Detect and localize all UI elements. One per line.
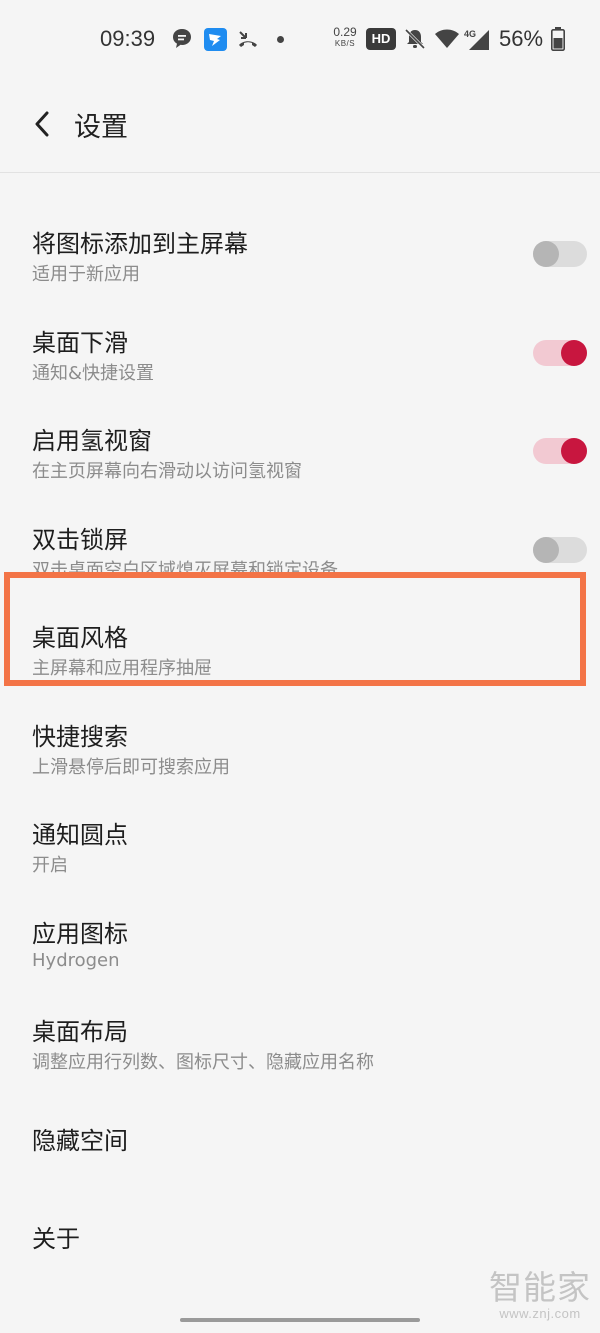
battery-percent: 56% bbox=[499, 26, 544, 51]
setting-title: 桌面布局 bbox=[32, 1018, 128, 1046]
app-notification-icon bbox=[204, 28, 227, 55]
setting-app-icons[interactable]: 应用图标 Hydrogen bbox=[0, 880, 600, 979]
toggle-knob bbox=[561, 438, 587, 464]
setting-subtitle: 主屏幕和应用程序抽屉 bbox=[32, 658, 212, 679]
setting-about[interactable]: 关于 bbox=[0, 1175, 600, 1274]
double-tap-lock-toggle[interactable] bbox=[533, 536, 587, 563]
status-bar: 09:39 0.29 KB/S HD 4G 56% bbox=[0, 0, 600, 78]
setting-title: 启用氢视窗 bbox=[32, 427, 152, 455]
gesture-home-indicator[interactable] bbox=[180, 1318, 420, 1322]
bell-muted-icon bbox=[404, 28, 426, 54]
watermark-url: www.znj.com bbox=[499, 1306, 581, 1321]
setting-title: 快捷搜索 bbox=[32, 722, 128, 751]
wifi-icon bbox=[435, 28, 459, 54]
hd-voice-badge: HD bbox=[366, 28, 396, 50]
setting-notification-dots[interactable]: 通知圆点 开启 bbox=[0, 781, 600, 880]
setting-subtitle: Hydrogen bbox=[32, 949, 120, 971]
network-speed-value: 0.29 bbox=[333, 25, 357, 39]
setting-hidden-space[interactable]: 隐藏空间 bbox=[0, 1077, 600, 1176]
setting-home-layout[interactable]: 桌面布局 调整应用行列数、图标尺寸、隐藏应用名称 bbox=[0, 978, 600, 1077]
setting-home-style[interactable]: 桌面风格 主屏幕和应用程序抽屉 bbox=[0, 584, 600, 683]
back-button[interactable] bbox=[22, 102, 62, 146]
signal-tech-label: 4G bbox=[464, 29, 476, 39]
add-icon-to-home-toggle[interactable] bbox=[533, 241, 587, 267]
toggle-knob bbox=[561, 339, 587, 366]
status-time: 09:39 bbox=[100, 26, 156, 51]
page-title: 设置 bbox=[74, 112, 128, 143]
setting-title: 隐藏空间 bbox=[32, 1126, 128, 1155]
setting-title: 双击锁屏 bbox=[32, 525, 128, 554]
setting-title: 将图标添加到主屏幕 bbox=[32, 230, 248, 258]
network-speed-unit: KB/S bbox=[334, 39, 356, 48]
setting-subtitle: 双击桌面空白区域熄灭屏幕和锁定设备 bbox=[32, 559, 338, 581]
setting-subtitle: 上滑悬停后即可搜索应用 bbox=[32, 756, 230, 778]
setting-subtitle: 在主页屏幕向右滑动以访问氢视窗 bbox=[32, 461, 302, 482]
toggle-knob bbox=[533, 241, 559, 267]
setting-title: 桌面下滑 bbox=[32, 328, 128, 357]
watermark-brand: 智能家 bbox=[489, 1268, 591, 1307]
back-arrow-icon bbox=[35, 111, 49, 137]
setting-swipe-down[interactable]: 桌面下滑 通知&快捷设置 bbox=[0, 289, 600, 388]
setting-hydrogen-shelf[interactable]: 启用氢视窗 在主页屏幕向右滑动以访问氢视窗 bbox=[0, 387, 600, 486]
setting-title: 关于 bbox=[32, 1225, 80, 1253]
battery-icon bbox=[551, 27, 565, 55]
setting-title: 桌面风格 bbox=[32, 624, 128, 652]
hydrogen-shelf-toggle[interactable] bbox=[533, 438, 587, 464]
setting-quick-search[interactable]: 快捷搜索 上滑悬停后即可搜索应用 bbox=[0, 683, 600, 782]
setting-subtitle: 适用于新应用 bbox=[32, 264, 140, 285]
setting-title: 应用图标 bbox=[32, 919, 128, 948]
network-speed: 0.29 KB/S bbox=[330, 25, 360, 49]
app-bar: 设置 bbox=[0, 78, 600, 172]
toggle-knob bbox=[533, 536, 559, 563]
missed-call-icon bbox=[237, 28, 259, 54]
more-notifications-dot bbox=[277, 36, 284, 43]
setting-subtitle: 调整应用行列数、图标尺寸、隐藏应用名称 bbox=[32, 1052, 374, 1073]
setting-double-tap-lock[interactable]: 双击锁屏 双击桌面空白区域熄灭屏幕和锁定设备 bbox=[0, 486, 600, 585]
setting-subtitle: 通知&快捷设置 bbox=[32, 362, 155, 384]
setting-subtitle: 开启 bbox=[32, 855, 68, 876]
cellular-signal-icon: 4G bbox=[463, 28, 491, 56]
settings-list: 将图标添加到主屏幕 适用于新应用 桌面下滑 通知&快捷设置 启用氢视窗 在主页屏… bbox=[0, 190, 600, 1274]
message-bubble-icon bbox=[172, 28, 192, 54]
setting-add-icon-to-home[interactable]: 将图标添加到主屏幕 适用于新应用 bbox=[0, 190, 600, 289]
header-divider bbox=[0, 172, 600, 173]
swipe-down-toggle[interactable] bbox=[533, 339, 587, 366]
setting-title: 通知圆点 bbox=[32, 821, 128, 849]
watermark-logo: 智能家 www.znj.com bbox=[488, 1268, 592, 1322]
